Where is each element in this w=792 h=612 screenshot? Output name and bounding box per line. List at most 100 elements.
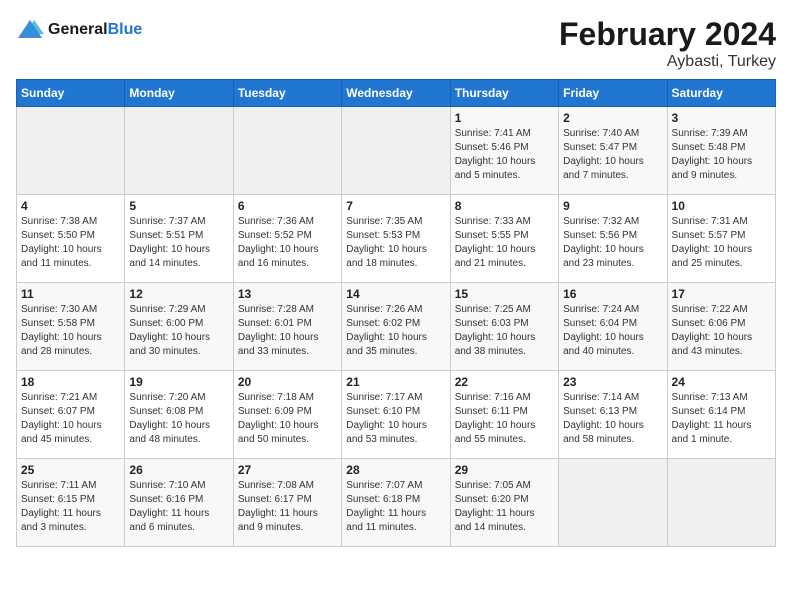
day-info: Sunrise: 7:11 AMSunset: 6:15 PMDaylight:…	[21, 479, 120, 535]
day-number: 20	[238, 375, 337, 389]
calendar-week-row: 4 Sunrise: 7:38 AMSunset: 5:50 PMDaylight…	[17, 195, 776, 283]
day-number: 4	[21, 199, 120, 213]
calendar-cell: 22Sunrise: 7:16 AMSunset: 6:11 PMDayligh…	[450, 371, 558, 459]
weekday-header-saturday: Saturday	[667, 80, 775, 107]
day-number: 25	[21, 463, 120, 477]
day-info: Sunrise: 7:18 AMSunset: 6:09 PMDaylight:…	[238, 391, 337, 447]
calendar-cell: 23Sunrise: 7:14 AMSunset: 6:13 PMDayligh…	[559, 371, 667, 459]
calendar-cell: 11 Sunrise: 7:30 AMSunset: 5:58 PMDayligh…	[17, 283, 125, 371]
calendar-week-row: 18 Sunrise: 7:21 AMSunset: 6:07 PMDayligh…	[17, 371, 776, 459]
day-info: Sunrise: 7:41 AMSunset: 5:46 PMDaylight:…	[455, 127, 554, 183]
day-info: Sunrise: 7:16 AMSunset: 6:11 PMDaylight:…	[455, 391, 554, 447]
day-info: Sunrise: 7:17 AMSunset: 6:10 PMDaylight:…	[346, 391, 445, 447]
day-number: 26	[129, 463, 228, 477]
day-number: 21	[346, 375, 445, 389]
calendar-cell: 17 Sunrise: 7:22 AMSunset: 6:06 PMDayligh…	[667, 283, 775, 371]
calendar-cell: 5 Sunrise: 7:37 AMSunset: 5:51 PMDaylight…	[125, 195, 233, 283]
calendar-cell	[17, 107, 125, 195]
day-info: Sunrise: 7:30 AMSunset: 5:58 PMDaylight:…	[21, 303, 120, 359]
day-info: Sunrise: 7:37 AMSunset: 5:51 PMDaylight:…	[129, 215, 228, 271]
weekday-header-sunday: Sunday	[17, 80, 125, 107]
calendar-cell	[559, 459, 667, 547]
logo-icon	[16, 16, 44, 44]
calendar-table: SundayMondayTuesdayWednesdayThursdayFrid…	[16, 79, 776, 547]
page-header: GeneralBlue February 2024 Aybasti, Turke…	[16, 16, 776, 71]
day-info: Sunrise: 7:38 AMSunset: 5:50 PMDaylight:…	[21, 215, 120, 271]
day-number: 5	[129, 199, 228, 213]
calendar-cell: 13 Sunrise: 7:28 AMSunset: 6:01 PMDayligh…	[233, 283, 341, 371]
day-info: Sunrise: 7:20 AMSunset: 6:08 PMDaylight:…	[129, 391, 228, 447]
calendar-cell: 19 Sunrise: 7:20 AMSunset: 6:08 PMDayligh…	[125, 371, 233, 459]
day-info: Sunrise: 7:05 AMSunset: 6:20 PMDaylight:…	[455, 479, 554, 535]
day-number: 11	[21, 287, 120, 301]
calendar-cell	[233, 107, 341, 195]
calendar-cell: 15 Sunrise: 7:25 AMSunset: 6:03 PMDayligh…	[450, 283, 558, 371]
day-number: 15	[455, 287, 554, 301]
day-number: 6	[238, 199, 337, 213]
calendar-cell: 24 Sunrise: 7:13 AMSunset: 6:14 PMDayligh…	[667, 371, 775, 459]
calendar-cell: 14Sunrise: 7:26 AMSunset: 6:02 PMDayligh…	[342, 283, 450, 371]
logo-text: GeneralBlue	[48, 21, 142, 39]
day-number: 29	[455, 463, 554, 477]
day-number: 10	[672, 199, 771, 213]
day-info: Sunrise: 7:28 AMSunset: 6:01 PMDaylight:…	[238, 303, 337, 359]
calendar-cell: 16 Sunrise: 7:24 AMSunset: 6:04 PMDayligh…	[559, 283, 667, 371]
calendar-cell: 8 Sunrise: 7:33 AMSunset: 5:55 PMDaylight…	[450, 195, 558, 283]
day-info: Sunrise: 7:40 AMSunset: 5:47 PMDaylight:…	[563, 127, 662, 183]
day-number: 13	[238, 287, 337, 301]
calendar-cell	[342, 107, 450, 195]
calendar-cell: 10 Sunrise: 7:31 AMSunset: 5:57 PMDayligh…	[667, 195, 775, 283]
calendar-cell: 21 Sunrise: 7:17 AMSunset: 6:10 PMDayligh…	[342, 371, 450, 459]
calendar-cell: 3Sunrise: 7:39 AMSunset: 5:48 PMDaylight…	[667, 107, 775, 195]
day-info: Sunrise: 7:22 AMSunset: 6:06 PMDaylight:…	[672, 303, 771, 359]
day-info: Sunrise: 7:25 AMSunset: 6:03 PMDaylight:…	[455, 303, 554, 359]
day-number: 9	[563, 199, 662, 213]
day-info: Sunrise: 7:39 AMSunset: 5:48 PMDaylight:…	[672, 127, 771, 183]
calendar-cell: 29 Sunrise: 7:05 AMSunset: 6:20 PMDayligh…	[450, 459, 558, 547]
calendar-cell	[667, 459, 775, 547]
day-info: Sunrise: 7:29 AMSunset: 6:00 PMDaylight:…	[129, 303, 228, 359]
day-number: 12	[129, 287, 228, 301]
calendar-cell: 1 Sunrise: 7:41 AMSunset: 5:46 PMDaylight…	[450, 107, 558, 195]
day-info: Sunrise: 7:08 AMSunset: 6:17 PMDaylight:…	[238, 479, 337, 535]
day-info: Sunrise: 7:35 AMSunset: 5:53 PMDaylight:…	[346, 215, 445, 271]
day-number: 28	[346, 463, 445, 477]
logo: GeneralBlue	[16, 16, 142, 44]
day-info: Sunrise: 7:07 AMSunset: 6:18 PMDaylight:…	[346, 479, 445, 535]
calendar-cell: 18 Sunrise: 7:21 AMSunset: 6:07 PMDayligh…	[17, 371, 125, 459]
day-number: 18	[21, 375, 120, 389]
calendar-cell	[125, 107, 233, 195]
calendar-cell: 7 Sunrise: 7:35 AMSunset: 5:53 PMDaylight…	[342, 195, 450, 283]
day-number: 23	[563, 375, 662, 389]
day-info: Sunrise: 7:24 AMSunset: 6:04 PMDaylight:…	[563, 303, 662, 359]
calendar-cell: 6Sunrise: 7:36 AMSunset: 5:52 PMDaylight…	[233, 195, 341, 283]
day-info: Sunrise: 7:26 AMSunset: 6:02 PMDaylight:…	[346, 303, 445, 359]
day-info: Sunrise: 7:21 AMSunset: 6:07 PMDaylight:…	[21, 391, 120, 447]
day-info: Sunrise: 7:13 AMSunset: 6:14 PMDaylight:…	[672, 391, 771, 447]
calendar-week-row: 11 Sunrise: 7:30 AMSunset: 5:58 PMDayligh…	[17, 283, 776, 371]
day-number: 7	[346, 199, 445, 213]
day-number: 19	[129, 375, 228, 389]
calendar-cell: 2Sunrise: 7:40 AMSunset: 5:47 PMDaylight…	[559, 107, 667, 195]
calendar-cell: 25 Sunrise: 7:11 AMSunset: 6:15 PMDayligh…	[17, 459, 125, 547]
day-info: Sunrise: 7:33 AMSunset: 5:55 PMDaylight:…	[455, 215, 554, 271]
weekday-header-tuesday: Tuesday	[233, 80, 341, 107]
weekday-header-monday: Monday	[125, 80, 233, 107]
calendar-cell: 12 Sunrise: 7:29 AMSunset: 6:00 PMDayligh…	[125, 283, 233, 371]
calendar-cell: 20 Sunrise: 7:18 AMSunset: 6:09 PMDayligh…	[233, 371, 341, 459]
weekday-header-friday: Friday	[559, 80, 667, 107]
day-number: 27	[238, 463, 337, 477]
day-number: 16	[563, 287, 662, 301]
day-info: Sunrise: 7:10 AMSunset: 6:16 PMDaylight:…	[129, 479, 228, 535]
calendar-cell: 4 Sunrise: 7:38 AMSunset: 5:50 PMDaylight…	[17, 195, 125, 283]
location: Aybasti, Turkey	[559, 53, 776, 71]
day-number: 8	[455, 199, 554, 213]
day-number: 1	[455, 111, 554, 125]
day-number: 24	[672, 375, 771, 389]
day-info: Sunrise: 7:31 AMSunset: 5:57 PMDaylight:…	[672, 215, 771, 271]
day-number: 17	[672, 287, 771, 301]
weekday-header-thursday: Thursday	[450, 80, 558, 107]
weekday-header-row: SundayMondayTuesdayWednesdayThursdayFrid…	[17, 80, 776, 107]
calendar-cell: 9Sunrise: 7:32 AMSunset: 5:56 PMDaylight…	[559, 195, 667, 283]
calendar-cell: 28 Sunrise: 7:07 AMSunset: 6:18 PMDayligh…	[342, 459, 450, 547]
